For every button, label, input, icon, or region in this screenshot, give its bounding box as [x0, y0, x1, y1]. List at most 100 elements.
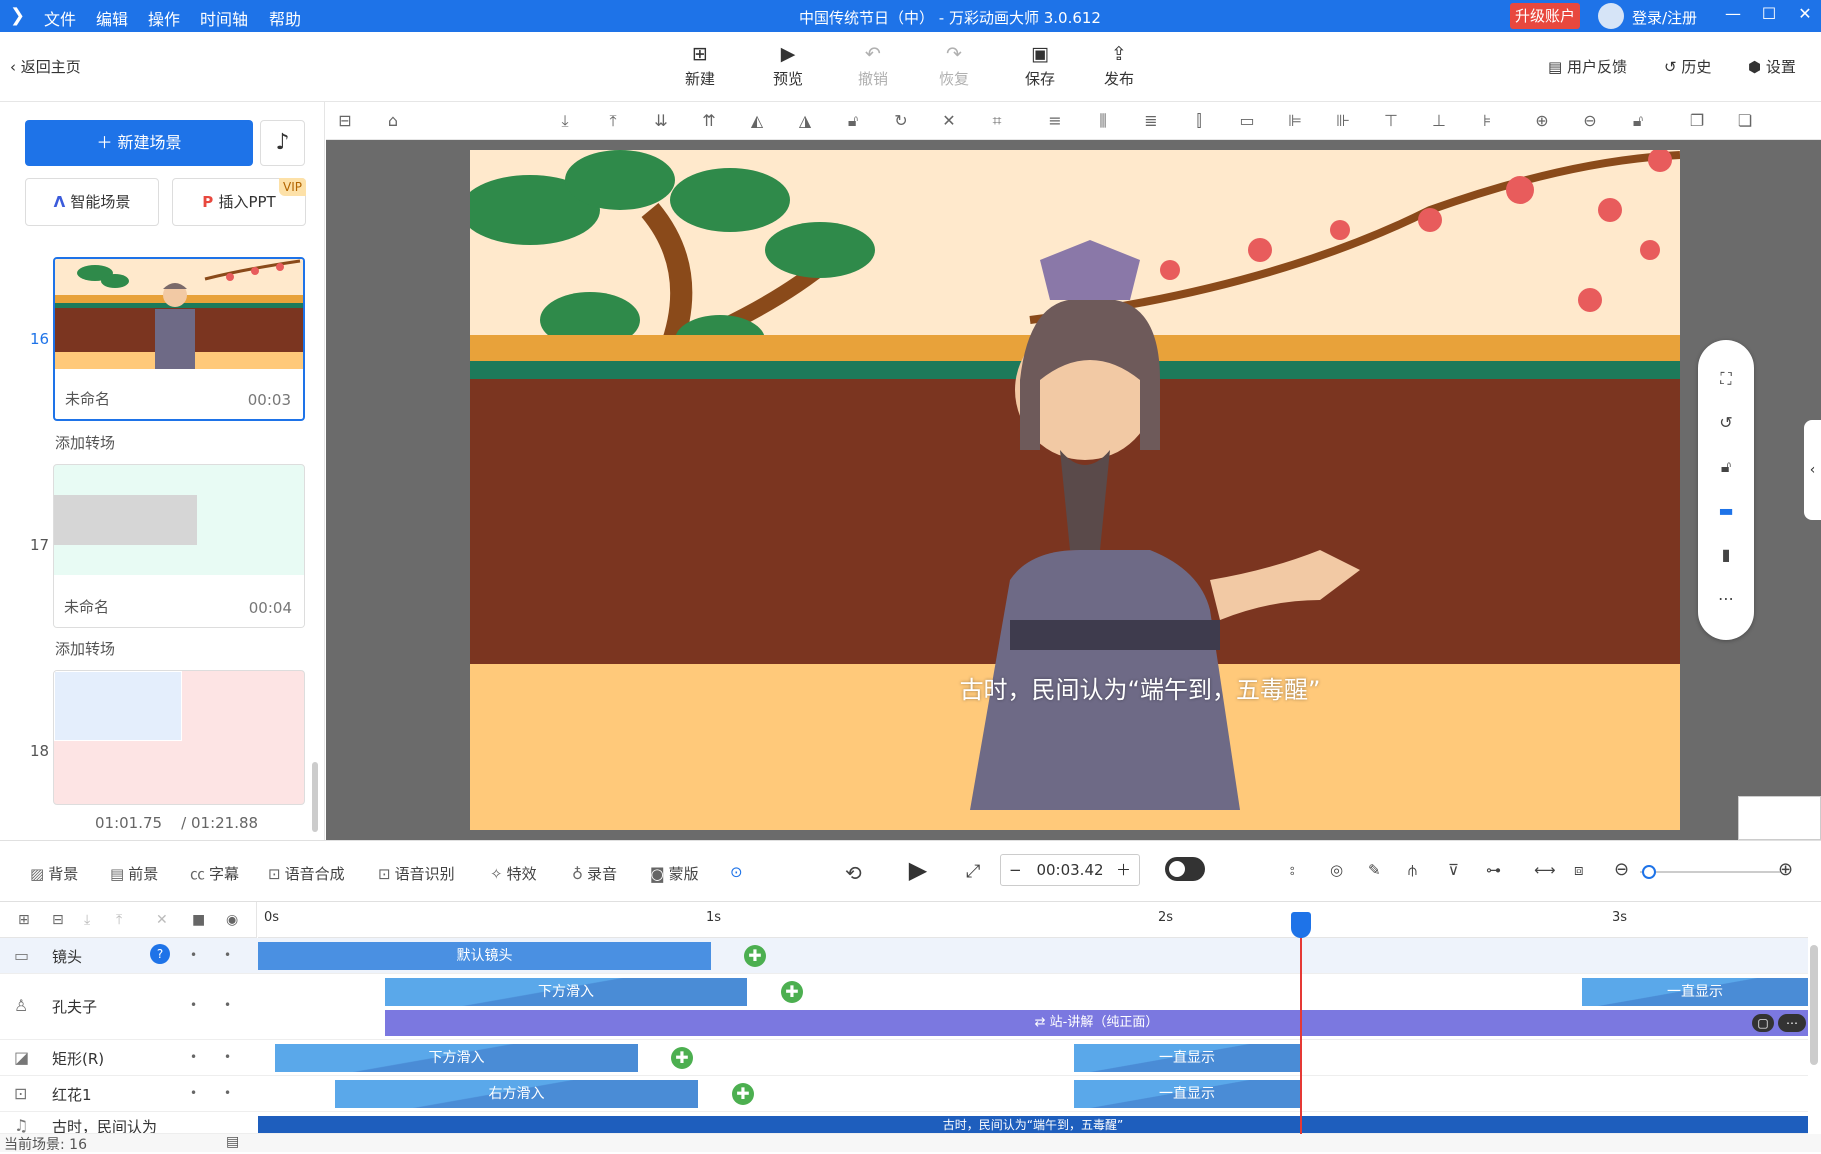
playhead-handle[interactable]	[1291, 912, 1311, 938]
time-ruler[interactable]: 0s 1s 2s 3s	[258, 902, 1808, 938]
login-button[interactable]: 登录/注册	[1632, 7, 1697, 28]
visibility-dot[interactable]: •	[224, 1086, 231, 1100]
camera-icon[interactable]: ◎	[1330, 861, 1343, 879]
collapse-panel-button[interactable]: ‹	[1804, 420, 1821, 520]
tts-button[interactable]: ⊡ 语音合成	[268, 863, 345, 884]
undo-button[interactable]: ↶ 撤销	[843, 42, 903, 89]
save-button[interactable]: ▣ 保存	[1010, 42, 1070, 89]
fit-screen-icon[interactable]: ⛶	[1715, 368, 1737, 390]
clip-slide-in[interactable]: 下方滑入	[385, 978, 747, 1006]
track-camera[interactable]: ▭ 镜头 ? • • 默认镜头 ✚	[0, 938, 1808, 974]
zoom-in-icon[interactable]: ⊕	[1778, 859, 1793, 880]
split-icon[interactable]: ⫛	[1408, 861, 1417, 879]
fit-width-icon[interactable]: ⟷	[1534, 861, 1556, 879]
crop-icon[interactable]: ⌗	[986, 110, 1008, 132]
track-audio[interactable]: ♫ 古时，民间认为 古时，民间认为“端午到，五毒醒”	[0, 1112, 1808, 1134]
preview-button[interactable]: ▶ 预览	[758, 42, 818, 89]
to-top-icon[interactable]: ⇈	[698, 110, 720, 132]
track-character[interactable]: ♙ 孔夫子 • • 下方滑入 ✚ 一直显示 ⇄ 站-讲解（纯正面） ▢ ⋯	[0, 974, 1808, 1040]
menu-timeline[interactable]: 时间轴	[200, 6, 248, 30]
clip-action[interactable]: ⇄ 站-讲解（纯正面）	[385, 1010, 1808, 1036]
mask-button[interactable]: ◙ 蒙版	[650, 863, 699, 884]
time-stepper[interactable]: − 00:03.42 ＋	[1000, 854, 1140, 886]
redo-button[interactable]: ↷ 恢复	[924, 42, 984, 89]
add-keyframe-icon[interactable]: ✚	[744, 945, 766, 967]
subtitle-text[interactable]: 古时，民间认为“端午到，五毒醒”	[860, 670, 1420, 705]
add-layer-icon[interactable]: ⊞	[18, 912, 30, 928]
feedback-button[interactable]: ▤ 用户反馈	[1548, 56, 1627, 77]
help-icon[interactable]: ?	[150, 944, 170, 964]
add-transition-link[interactable]: 添加转场	[55, 432, 115, 453]
copy-icon[interactable]: ❐	[1686, 110, 1708, 132]
align-center-icon[interactable]: ⫼	[1092, 110, 1114, 132]
background-button[interactable]: ▨ 背景	[30, 863, 78, 884]
distribute-h-icon[interactable]: ⊪	[1332, 110, 1354, 132]
record-button[interactable]: ♁ 录音	[572, 863, 617, 884]
insert-ppt-button[interactable]: P 插入PPT VIP	[172, 178, 306, 226]
visibility-dot[interactable]: •	[224, 998, 231, 1012]
lock-dot[interactable]: •	[190, 1086, 197, 1100]
rewind-icon[interactable]: ⟲	[845, 861, 862, 885]
align-middle-icon[interactable]: ▭	[1236, 110, 1258, 132]
distribute-v-icon[interactable]: ⊤	[1380, 110, 1402, 132]
effects-button[interactable]: ✧ 特效	[490, 863, 537, 884]
minus-icon[interactable]: −	[1009, 855, 1022, 885]
filter-icon[interactable]: ⊽	[1448, 861, 1459, 879]
time-value[interactable]: 00:03.42	[1036, 861, 1103, 879]
align-bottom-icon[interactable]: ⊫	[1284, 110, 1306, 132]
lock-dot[interactable]: •	[190, 1050, 197, 1064]
adjust-icon[interactable]: ⊶	[1486, 861, 1501, 879]
upgrade-button[interactable]: 升级账户	[1510, 3, 1580, 29]
visibility-icon[interactable]: ◉	[226, 912, 238, 928]
publish-button[interactable]: ⇪ 发布	[1089, 42, 1149, 89]
visibility-dot[interactable]: •	[224, 948, 231, 962]
home-icon[interactable]: ⌂	[382, 110, 404, 132]
align-left-icon[interactable]: ≡	[1044, 110, 1066, 132]
to-bottom-icon[interactable]: ⇊	[650, 110, 672, 132]
music-button[interactable]: ♪	[260, 120, 305, 166]
camera-rotate-icon[interactable]: ↺	[1715, 412, 1737, 434]
paste-icon[interactable]: ❏	[1734, 110, 1756, 132]
caption-button[interactable]: ㏄字幕	[190, 863, 239, 884]
panel-icon[interactable]: ▤	[226, 1134, 239, 1150]
sidebar-scrollbar[interactable]	[312, 762, 318, 832]
back-home-button[interactable]: ‹ 返回主页	[10, 56, 81, 77]
flip-v-icon[interactable]: ◮	[794, 110, 816, 132]
zoom-slider[interactable]	[1640, 871, 1780, 873]
screen-portrait-icon[interactable]: ▮	[1715, 544, 1737, 566]
add-keyframe-icon[interactable]: ✚	[732, 1083, 754, 1105]
minimize-icon[interactable]: —	[1718, 4, 1748, 28]
toggle-switch[interactable]	[1165, 857, 1205, 881]
flip-h-icon[interactable]: ◭	[746, 110, 768, 132]
visibility-dot[interactable]: •	[224, 1050, 231, 1064]
scene-card-17[interactable]: 未命名 00:04	[53, 464, 305, 628]
align-top-icon[interactable]: ⫿	[1188, 110, 1210, 132]
track-flower[interactable]: ⊡ 红花1 • • 右方滑入 ✚ 一直显示	[0, 1076, 1808, 1112]
lock-icon[interactable]: ■	[192, 912, 205, 928]
lock-dot[interactable]: •	[190, 948, 197, 962]
menu-help[interactable]: 帮助	[269, 6, 301, 30]
speech-recognition-button[interactable]: ⊡ 语音识别	[378, 863, 455, 884]
more-icon[interactable]: ⋯	[1715, 588, 1737, 610]
timeline-scrollbar[interactable]	[1810, 945, 1818, 1065]
edit-icon[interactable]: ✎	[1368, 861, 1381, 879]
rotate-icon[interactable]: ↻	[890, 110, 912, 132]
smart-scene-button[interactable]: Λ 智能场景	[25, 178, 159, 226]
audio-waveform[interactable]: 古时，民间认为“端午到，五毒醒”	[258, 1116, 1808, 1133]
plus-icon[interactable]: ＋	[1116, 855, 1131, 885]
zoom-in-icon[interactable]: ⊕	[1531, 110, 1553, 132]
scene-card-18[interactable]	[53, 670, 305, 805]
move-down-icon[interactable]: ⤓	[84, 912, 90, 928]
scene-stage[interactable]: 古时，民间认为“端午到，五毒醒”	[470, 150, 1680, 830]
close-icon[interactable]: ✕	[1790, 4, 1820, 28]
new-button[interactable]: ⊞ 新建	[670, 42, 730, 89]
menu-edit[interactable]: 编辑	[96, 6, 128, 30]
lock-icon[interactable]: 🔓︎	[842, 110, 864, 132]
add-folder-icon[interactable]: ⊟	[52, 912, 64, 928]
move-down-icon[interactable]: ⤓	[554, 110, 576, 132]
add-keyframe-icon[interactable]: ✚	[671, 1047, 693, 1069]
move-up-icon[interactable]: ⤒	[602, 110, 624, 132]
add-keyframe-icon[interactable]: ✚	[781, 981, 803, 1003]
playhead[interactable]	[1300, 916, 1302, 1152]
delete-icon[interactable]: ✕	[938, 110, 960, 132]
